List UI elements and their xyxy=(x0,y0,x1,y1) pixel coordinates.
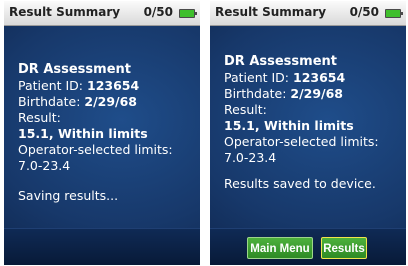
limits-label: Operator-selected limits: xyxy=(18,142,173,157)
screen-title: Result Summary xyxy=(215,5,327,19)
limits-label: Operator-selected limits: xyxy=(224,134,379,149)
birthdate-value: 2/29/68 xyxy=(290,86,344,101)
patient-id-label: Patient ID: xyxy=(224,70,293,85)
birthdate-row: Birthdate: 2/29/68 xyxy=(224,86,404,102)
saved-status-message: Results saved to device. xyxy=(224,176,376,191)
result-details: DR Assessment Patient ID: 123654 Birthda… xyxy=(224,54,404,192)
saving-status-message: Saving results... xyxy=(18,188,119,203)
limits-value: 7.0-23.4 xyxy=(18,158,71,173)
patient-id-value: 123654 xyxy=(87,78,140,93)
results-button[interactable]: Results xyxy=(321,237,367,259)
result-label: Result: xyxy=(18,110,61,125)
device-screen-saving: Result Summary 0/50 DR Assessment Patien… xyxy=(4,1,200,265)
birthdate-row: Birthdate: 2/29/68 xyxy=(18,94,198,110)
screen-title: Result Summary xyxy=(9,5,121,19)
result-value: 15.1, Within limits xyxy=(18,126,148,141)
patient-id-row: Patient ID: 123654 xyxy=(18,78,198,94)
test-counter: 0/50 xyxy=(349,5,379,19)
birthdate-value: 2/29/68 xyxy=(84,94,138,109)
result-value: 15.1, Within limits xyxy=(224,118,354,133)
patient-id-value: 123654 xyxy=(293,70,346,85)
bottom-button-bar xyxy=(4,228,200,265)
birthdate-label: Birthdate: xyxy=(18,94,85,109)
bottom-button-bar: Main Menu Results xyxy=(210,228,406,265)
device-screen-saved: Result Summary 0/50 DR Assessment Patien… xyxy=(210,1,406,265)
status-bar: Result Summary 0/50 xyxy=(4,1,200,26)
result-details: DR Assessment Patient ID: 123654 Birthda… xyxy=(18,62,198,204)
assessment-title: DR Assessment xyxy=(224,54,337,69)
result-label: Result: xyxy=(224,102,267,117)
birthdate-label: Birthdate: xyxy=(224,86,291,101)
test-counter: 0/50 xyxy=(143,5,173,19)
battery-icon xyxy=(385,9,403,18)
patient-id-row: Patient ID: 123654 xyxy=(224,70,404,86)
status-bar: Result Summary 0/50 xyxy=(210,1,406,26)
battery-icon xyxy=(179,9,197,18)
patient-id-label: Patient ID: xyxy=(18,78,87,93)
main-menu-button[interactable]: Main Menu xyxy=(247,237,313,259)
limits-value: 7.0-23.4 xyxy=(224,150,277,165)
assessment-title: DR Assessment xyxy=(18,62,131,77)
